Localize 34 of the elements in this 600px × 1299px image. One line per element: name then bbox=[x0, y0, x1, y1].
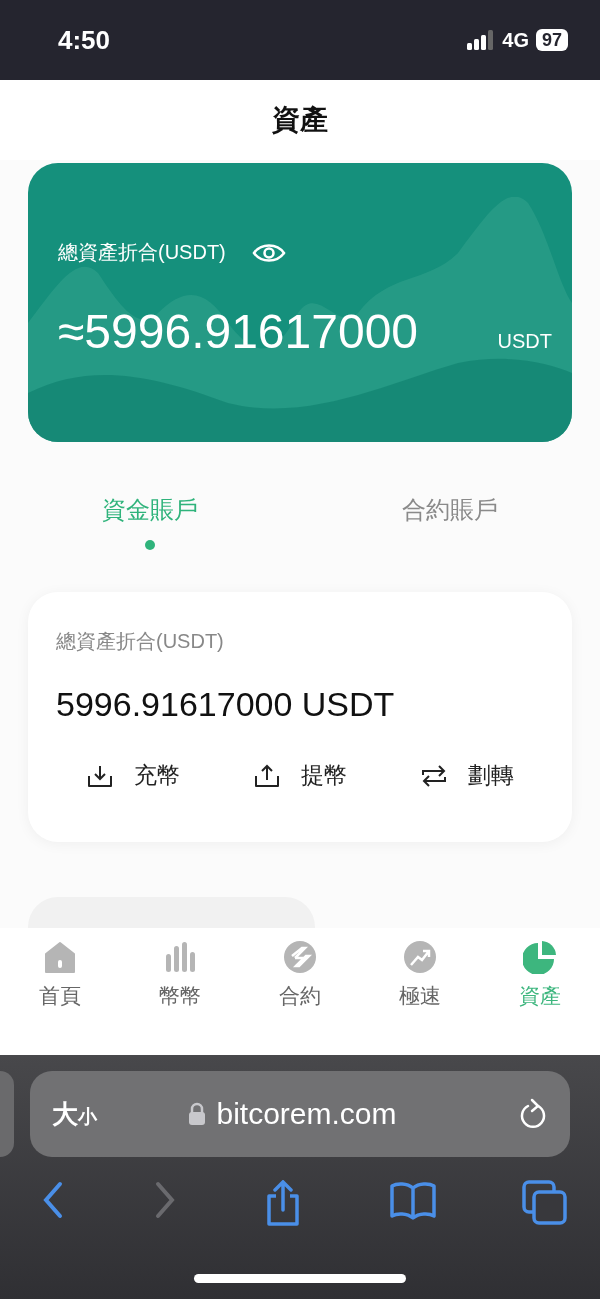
action-button[interactable]: 提幣 bbox=[253, 760, 347, 791]
balance-amount: 5996.91617000 USDT bbox=[56, 685, 396, 724]
slash-circle-icon bbox=[283, 940, 317, 974]
balance-label: 總資產折合(USDT) bbox=[56, 629, 225, 654]
upload-icon bbox=[253, 762, 281, 789]
nav-tab[interactable]: 極速 bbox=[360, 940, 480, 1055]
page-title: 資產 bbox=[272, 103, 328, 137]
action-button[interactable]: 充幣 bbox=[86, 760, 180, 791]
lock-icon bbox=[188, 1102, 207, 1126]
nav-tab[interactable]: 幣幣 bbox=[120, 940, 240, 1055]
address-bar[interactable]: 大小 bitcorem.com bbox=[30, 1071, 570, 1157]
signal-icon bbox=[467, 30, 496, 50]
eye-icon[interactable] bbox=[251, 241, 286, 264]
bar-chart-icon bbox=[163, 940, 197, 974]
swap-arrows-icon bbox=[420, 762, 448, 789]
text-size-button[interactable]: 大小 bbox=[52, 1096, 97, 1132]
status-time: 4:50 bbox=[58, 24, 111, 56]
tabs-icon[interactable] bbox=[522, 1180, 568, 1226]
balance-amount: ≈5996.91617000 bbox=[58, 304, 419, 359]
trend-up-icon bbox=[403, 940, 437, 974]
battery-level: 97 bbox=[535, 29, 568, 51]
nav-tab[interactable]: 合約 bbox=[240, 940, 360, 1055]
network-label: 4G bbox=[502, 28, 529, 52]
book-icon[interactable] bbox=[388, 1180, 437, 1220]
home-icon bbox=[43, 940, 77, 974]
reload-icon[interactable] bbox=[518, 1097, 548, 1131]
nav-tab[interactable]: 首頁 bbox=[0, 940, 120, 1055]
pie-chart-icon bbox=[523, 940, 557, 974]
active-dot bbox=[145, 540, 155, 550]
url-text: bitcorem.com bbox=[216, 1097, 397, 1131]
balance-label: 總資產折合(USDT) bbox=[58, 240, 226, 265]
currency-label: USDT bbox=[497, 330, 552, 353]
action-button[interactable]: 劃轉 bbox=[420, 760, 514, 791]
account-tab[interactable]: 合約賬戶 bbox=[300, 492, 600, 528]
